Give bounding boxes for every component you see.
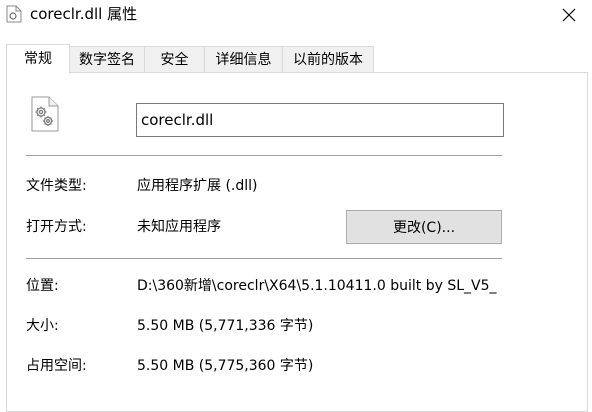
tab-digital-signatures[interactable]: 数字签名 [69, 46, 145, 72]
dll-file-icon [30, 95, 60, 133]
size-on-disk-value: 5.50 MB (5,775,360 字节) [137, 358, 314, 374]
change-button[interactable]: 更改(C)... [346, 210, 502, 244]
tab-general[interactable]: 常规 [6, 44, 70, 74]
tab-bar: 常规 数字签名 安全 详细信息 以前的版本 [0, 44, 592, 74]
tab-details[interactable]: 详细信息 [204, 46, 283, 72]
file-name-input[interactable] [136, 103, 504, 137]
size-on-disk-label: 占用空间: [26, 358, 87, 374]
title-bar: coreclr.dll 属性 [0, 0, 592, 30]
separator [26, 155, 502, 156]
file-type-label: 文件类型: [26, 178, 87, 194]
size-label: 大小: [26, 318, 59, 334]
opens-with-value: 未知应用程序 [137, 219, 221, 235]
tab-previous-versions[interactable]: 以前的版本 [282, 46, 374, 72]
tab-security[interactable]: 安全 [144, 46, 205, 72]
file-type-value: 应用程序扩展 (.dll) [137, 178, 258, 194]
separator [26, 258, 502, 259]
close-button[interactable] [546, 0, 592, 30]
location-value: D:\360新增\coreclr\X64\5.1.10411.0 built b… [137, 278, 497, 294]
file-icon [6, 5, 22, 23]
close-icon [562, 8, 576, 22]
location-label: 位置: [26, 278, 59, 294]
window-title: coreclr.dll 属性 [30, 5, 138, 23]
size-value: 5.50 MB (5,771,336 字节) [137, 318, 314, 334]
opens-with-label: 打开方式: [26, 219, 87, 235]
